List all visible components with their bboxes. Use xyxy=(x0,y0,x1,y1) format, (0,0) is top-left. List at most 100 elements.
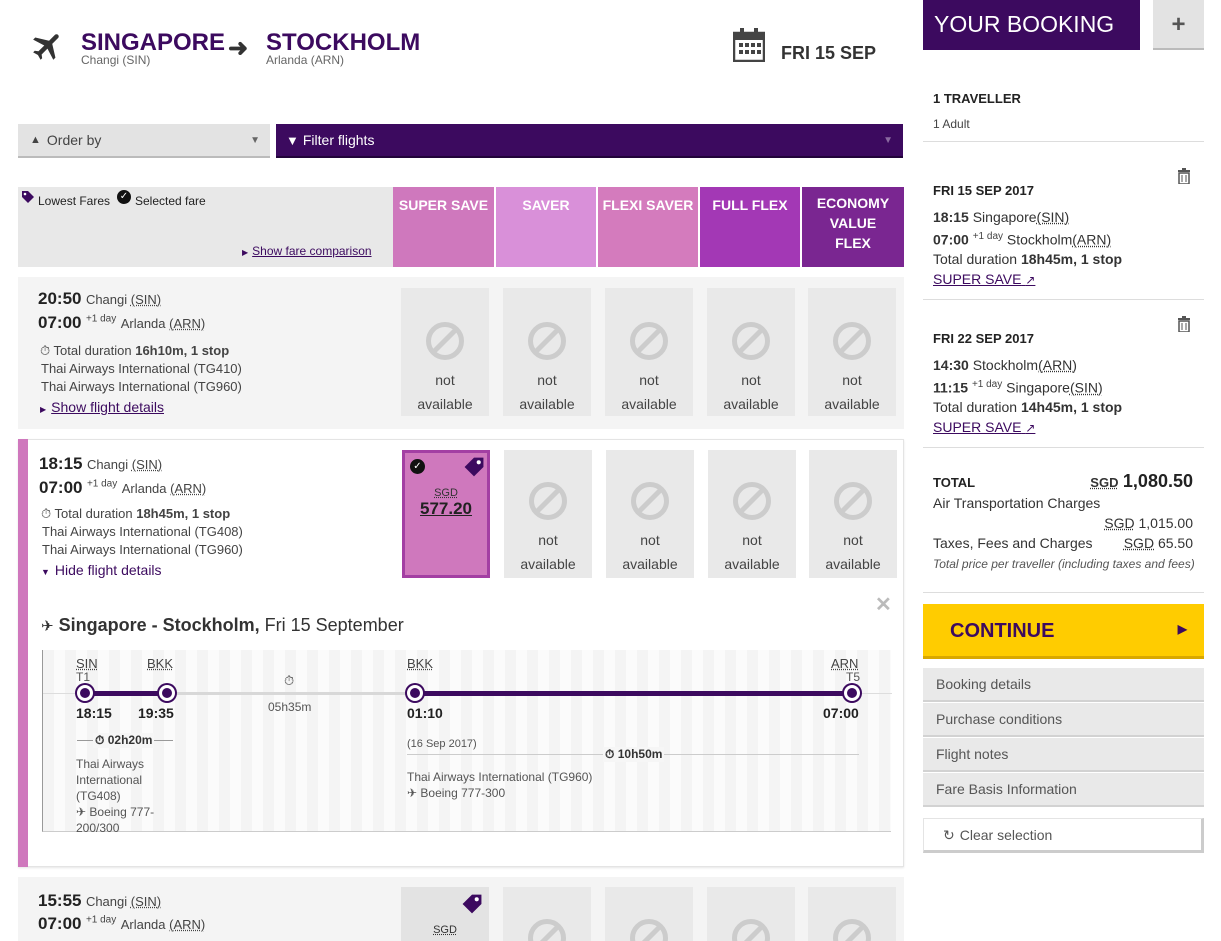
fare-cell-unavailable: not available xyxy=(401,288,489,416)
add-button[interactable]: + xyxy=(1153,0,1204,50)
continue-button[interactable]: CONTINUE ▶ xyxy=(923,604,1204,659)
outbound-arr-time: 07:00 xyxy=(933,231,969,248)
fare-cell-unavailable: not available xyxy=(707,288,795,416)
unavailable-icon xyxy=(833,322,871,360)
dep-airport: Changi (SIN) xyxy=(85,894,162,909)
unavailable-icon xyxy=(732,919,770,941)
outbound-duration: 18h45m, 1 stop xyxy=(1020,251,1123,267)
compare-link[interactable]: ▶ Show fare comparison xyxy=(242,244,372,258)
duration-prefix: Total duration xyxy=(53,343,132,358)
outbound-arr-code: (ARN) xyxy=(1072,231,1112,248)
seg2-to: ARN xyxy=(831,656,859,671)
inbound-fare-link[interactable]: SUPER SAVE ↗ xyxy=(933,419,1035,435)
seg2-arr-time: 07:00 xyxy=(823,705,859,721)
fare-cell-unavailable xyxy=(605,887,693,941)
unavailable-icon xyxy=(630,919,668,941)
outbound-fare-link[interactable]: SUPER SAVE ↗ xyxy=(933,271,1035,287)
seg1-arr-time: 19:35 xyxy=(138,705,174,721)
seg2-aircraft: Boeing 777-300 xyxy=(420,786,506,800)
caret-down-icon: ▼ xyxy=(41,567,50,577)
inbound-arr-city: Singapore xyxy=(1006,379,1070,396)
stopwatch-icon: ⏱ xyxy=(40,343,51,358)
plus-day: +1 day xyxy=(971,379,1003,390)
seg2-from: BKK xyxy=(407,656,434,671)
detail-title: ✈ Singapore - Stockholm, Fri 15 Septembe… xyxy=(41,615,404,635)
selected-fare-label: Selected fare xyxy=(135,194,206,208)
trash-icon[interactable] xyxy=(1177,316,1191,333)
menu-purchase-conditions[interactable]: Purchase conditions xyxy=(923,703,1204,737)
inbound-date: FRI 22 SEP 2017 xyxy=(933,331,1034,346)
price-note: Total price per traveller (including tax… xyxy=(933,557,1195,571)
unavailable-icon xyxy=(631,482,669,520)
show-details-link[interactable]: ▶ Show flight details xyxy=(40,399,164,417)
fare-col-economy-value-flex[interactable]: ECONOMY VALUE FLEX xyxy=(802,187,904,267)
seg2-duration: 10h50m xyxy=(617,747,663,761)
clear-selection-button[interactable]: ↻ Clear selection xyxy=(923,818,1204,853)
unavailable-icon xyxy=(833,919,871,941)
seg2-carrier: Thai Airways International (TG960) xyxy=(407,770,593,784)
node-marker xyxy=(407,685,423,701)
traveller-count: 1 TRAVELLER xyxy=(933,91,1021,106)
menu-booking-details[interactable]: Booking details xyxy=(923,668,1204,702)
price-amount: 577.20 xyxy=(420,499,472,518)
carrier: Thai Airways International (TG960) xyxy=(41,379,242,394)
outbound-dep-time: 18:15 xyxy=(933,209,969,225)
seg1-to: BKK xyxy=(147,656,174,671)
plus-day: +1 day xyxy=(85,914,117,926)
fare-cell-price[interactable]: SGD xyxy=(401,887,489,941)
menu-flight-notes[interactable]: Flight notes xyxy=(923,738,1204,772)
air-charges-label: Air Transportation Charges xyxy=(933,495,1101,511)
plus-day: +1 day xyxy=(85,313,117,325)
calendar-icon[interactable] xyxy=(732,28,766,63)
outbound-arr-city: Stockholm xyxy=(1006,231,1073,248)
unavailable-icon xyxy=(528,322,566,360)
fare-cell-unavailable xyxy=(808,887,896,941)
filter-flights-dropdown[interactable]: ▼ Filter flights ▼ xyxy=(276,124,903,158)
unavailable-icon xyxy=(529,482,567,520)
outbound-dep-city: Singapore xyxy=(972,209,1037,225)
stopwatch-icon: ⏱ xyxy=(95,733,105,747)
arr-time: 07:00 xyxy=(38,313,82,332)
fare-cell-unavailable: not available xyxy=(809,450,897,578)
close-icon[interactable]: ✕ xyxy=(875,592,892,617)
fare-col-super-save[interactable]: SUPER SAVE xyxy=(393,187,494,267)
hide-details-link[interactable]: ▼ Hide flight details xyxy=(41,562,162,580)
seg1-aircraft: Boeing 777-200/300 xyxy=(76,805,155,835)
external-link-icon: ↗ xyxy=(1025,421,1036,435)
menu-fare-basis[interactable]: Fare Basis Information xyxy=(923,773,1204,807)
arr-airport: Arlanda (ARN) xyxy=(121,481,207,496)
air-currency: SGD xyxy=(1104,515,1135,531)
chevron-down-icon: ▼ xyxy=(883,134,893,146)
stopwatch-icon: ⏱ xyxy=(41,506,52,521)
tax-label: Taxes, Fees and Charges xyxy=(933,535,1093,551)
fare-col-flexi-saver[interactable]: FLEXI SAVER xyxy=(598,187,698,267)
inbound-dep-city: Stockholm xyxy=(972,357,1039,373)
duration: 18h45m, 1 stop xyxy=(136,506,231,521)
unavailable-icon xyxy=(834,482,872,520)
selected-indicator xyxy=(18,439,28,867)
fare-col-full-flex[interactable]: FULL FLEX xyxy=(700,187,800,267)
order-by-label: Order by xyxy=(46,132,102,148)
plane-icon: ✈ xyxy=(407,786,418,800)
arr-time: 07:00 xyxy=(39,478,83,497)
order-by-dropdown[interactable]: ▲︎ Order by ▼ xyxy=(18,124,270,158)
tax-currency: SGD xyxy=(1123,535,1155,551)
filter-label: Filter flights xyxy=(302,132,375,148)
fare-cell-selected[interactable]: ✓ SGD 577.20 xyxy=(402,450,490,578)
outbound-dep-code: (SIN) xyxy=(1036,209,1070,225)
chevron-down-icon: ▼ xyxy=(250,134,260,146)
dep-airport: Changi (SIN) xyxy=(86,457,163,472)
tag-icon xyxy=(461,893,483,915)
carrier: Thai Airways International (TG408) xyxy=(42,524,243,539)
trash-icon[interactable] xyxy=(1177,168,1191,185)
lowest-fares-label: Lowest Fares xyxy=(38,194,111,208)
arr-airport: Arlanda (ARN) xyxy=(120,316,206,331)
stopwatch-icon: ⏱ xyxy=(284,673,295,688)
fare-col-saver[interactable]: SAVER xyxy=(496,187,596,267)
tag-icon xyxy=(21,190,35,204)
dep-time: 18:15 xyxy=(39,454,83,473)
seg1-dep-time: 18:15 xyxy=(76,705,112,721)
node-marker xyxy=(77,685,93,701)
plus-day: +1 day xyxy=(972,231,1004,242)
total-currency: SGD xyxy=(1090,475,1119,490)
